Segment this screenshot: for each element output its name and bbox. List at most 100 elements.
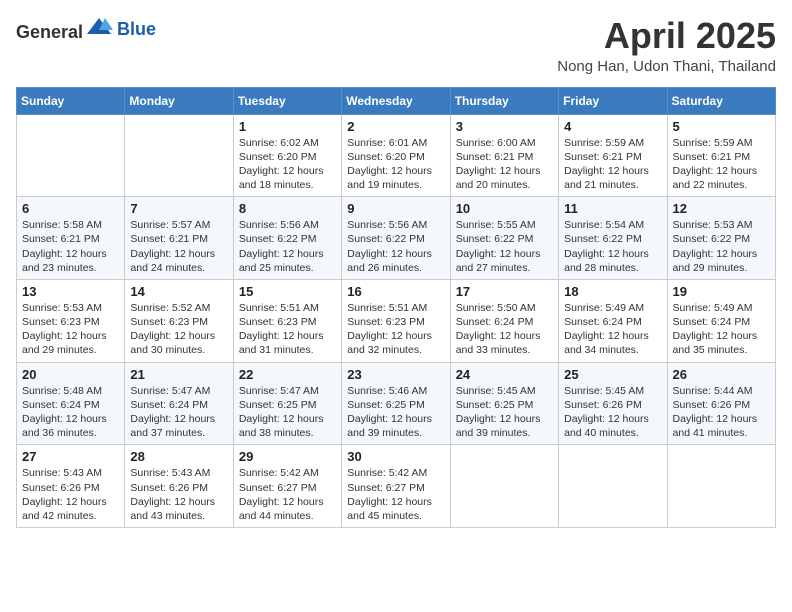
day-number: 23	[347, 367, 444, 382]
calendar-cell: 18 Sunrise: 5:49 AMSunset: 6:24 PMDayligh…	[559, 279, 667, 362]
calendar-cell: 24 Sunrise: 5:45 AMSunset: 6:25 PMDayligh…	[450, 362, 558, 445]
day-number: 11	[564, 201, 661, 216]
calendar-cell: 12 Sunrise: 5:53 AMSunset: 6:22 PMDayligh…	[667, 197, 775, 280]
calendar-cell: 6Sunrise: 5:58 AMSunset: 6:21 PMDaylight…	[17, 197, 125, 280]
day-number: 24	[456, 367, 553, 382]
day-number: 10	[456, 201, 553, 216]
day-number: 9	[347, 201, 444, 216]
calendar-week-1: 1Sunrise: 6:02 AMSunset: 6:20 PMDaylight…	[17, 114, 776, 197]
day-number: 17	[456, 284, 553, 299]
calendar-cell: 25Sunrise: 5:45 AMSunset: 6:26 PMDayligh…	[559, 362, 667, 445]
calendar-week-4: 20Sunrise: 5:48 AMSunset: 6:24 PMDayligh…	[17, 362, 776, 445]
day-info: Sunrise: 5:55 AMSunset: 6:22 PMDaylight:…	[456, 218, 553, 275]
calendar-cell: 15Sunrise: 5:51 AMSunset: 6:23 PMDayligh…	[233, 279, 341, 362]
calendar-cell: 3Sunrise: 6:00 AMSunset: 6:21 PMDaylight…	[450, 114, 558, 197]
calendar-cell: 26 Sunrise: 5:44 AMSunset: 6:26 PMDayligh…	[667, 362, 775, 445]
calendar-cell: 27Sunrise: 5:43 AMSunset: 6:26 PMDayligh…	[17, 445, 125, 528]
weekday-header-sunday: Sunday	[17, 87, 125, 114]
day-info: Sunrise: 5:42 AMSunset: 6:27 PMDaylight:…	[347, 466, 444, 523]
day-info: Sunrise: 5:42 AMSunset: 6:27 PMDaylight:…	[239, 466, 336, 523]
day-number: 6	[22, 201, 119, 216]
calendar-cell: 19 Sunrise: 5:49 AMSunset: 6:24 PMDayligh…	[667, 279, 775, 362]
day-number: 18	[564, 284, 661, 299]
calendar-week-5: 27Sunrise: 5:43 AMSunset: 6:26 PMDayligh…	[17, 445, 776, 528]
day-number: 16	[347, 284, 444, 299]
calendar-cell: 5 Sunrise: 5:59 AMSunset: 6:21 PMDaylight…	[667, 114, 775, 197]
day-info: Sunrise: 5:51 AMSunset: 6:23 PMDaylight:…	[347, 301, 444, 358]
day-info: Sunrise: 5:59 AMSunset: 6:21 PMDaylight:…	[673, 136, 770, 193]
day-info: Sunrise: 5:53 AMSunset: 6:22 PMDaylight:…	[673, 218, 770, 275]
calendar-cell: 9 Sunrise: 5:56 AMSunset: 6:22 PMDaylight…	[342, 197, 450, 280]
calendar-cell	[667, 445, 775, 528]
day-number: 12	[673, 201, 770, 216]
day-info: Sunrise: 5:46 AMSunset: 6:25 PMDaylight:…	[347, 384, 444, 441]
day-info: Sunrise: 5:48 AMSunset: 6:24 PMDaylight:…	[22, 384, 119, 441]
day-info: Sunrise: 5:43 AMSunset: 6:26 PMDaylight:…	[130, 466, 227, 523]
day-number: 4	[564, 119, 661, 134]
weekday-header-tuesday: Tuesday	[233, 87, 341, 114]
day-info: Sunrise: 5:47 AMSunset: 6:25 PMDaylight:…	[239, 384, 336, 441]
day-info: Sunrise: 5:47 AMSunset: 6:24 PMDaylight:…	[130, 384, 227, 441]
calendar-cell: 29Sunrise: 5:42 AMSunset: 6:27 PMDayligh…	[233, 445, 341, 528]
calendar-cell: 17 Sunrise: 5:50 AMSunset: 6:24 PMDayligh…	[450, 279, 558, 362]
logo-general: General	[16, 22, 83, 42]
month-title: April 2025	[557, 16, 776, 56]
day-number: 19	[673, 284, 770, 299]
calendar-table: SundayMondayTuesdayWednesdayThursdayFrid…	[16, 87, 776, 528]
weekday-header-friday: Friday	[559, 87, 667, 114]
calendar-cell: 8 Sunrise: 5:56 AMSunset: 6:22 PMDaylight…	[233, 197, 341, 280]
day-number: 5	[673, 119, 770, 134]
weekday-header-thursday: Thursday	[450, 87, 558, 114]
day-number: 14	[130, 284, 227, 299]
calendar-cell: 4 Sunrise: 5:59 AMSunset: 6:21 PMDaylight…	[559, 114, 667, 197]
day-info: Sunrise: 5:53 AMSunset: 6:23 PMDaylight:…	[22, 301, 119, 358]
calendar-week-3: 13 Sunrise: 5:53 AMSunset: 6:23 PMDayligh…	[17, 279, 776, 362]
calendar-cell: 13 Sunrise: 5:53 AMSunset: 6:23 PMDayligh…	[17, 279, 125, 362]
calendar-cell: 21 Sunrise: 5:47 AMSunset: 6:24 PMDayligh…	[125, 362, 233, 445]
day-number: 7	[130, 201, 227, 216]
calendar-cell: 20Sunrise: 5:48 AMSunset: 6:24 PMDayligh…	[17, 362, 125, 445]
day-info: Sunrise: 5:43 AMSunset: 6:26 PMDaylight:…	[22, 466, 119, 523]
calendar-cell: 11 Sunrise: 5:54 AMSunset: 6:22 PMDayligh…	[559, 197, 667, 280]
day-number: 8	[239, 201, 336, 216]
day-number: 2	[347, 119, 444, 134]
day-info: Sunrise: 5:59 AMSunset: 6:21 PMDaylight:…	[564, 136, 661, 193]
day-info: Sunrise: 6:02 AMSunset: 6:20 PMDaylight:…	[239, 136, 336, 193]
day-info: Sunrise: 5:56 AMSunset: 6:22 PMDaylight:…	[347, 218, 444, 275]
calendar-cell: 14Sunrise: 5:52 AMSunset: 6:23 PMDayligh…	[125, 279, 233, 362]
day-info: Sunrise: 6:00 AMSunset: 6:21 PMDaylight:…	[456, 136, 553, 193]
day-info: Sunrise: 5:50 AMSunset: 6:24 PMDaylight:…	[456, 301, 553, 358]
calendar-cell: 16 Sunrise: 5:51 AMSunset: 6:23 PMDayligh…	[342, 279, 450, 362]
day-info: Sunrise: 5:51 AMSunset: 6:23 PMDaylight:…	[239, 301, 336, 358]
day-number: 21	[130, 367, 227, 382]
calendar-cell: 30Sunrise: 5:42 AMSunset: 6:27 PMDayligh…	[342, 445, 450, 528]
calendar-cell	[17, 114, 125, 197]
day-number: 22	[239, 367, 336, 382]
day-info: Sunrise: 5:45 AMSunset: 6:25 PMDaylight:…	[456, 384, 553, 441]
calendar-cell: 7 Sunrise: 5:57 AMSunset: 6:21 PMDaylight…	[125, 197, 233, 280]
day-number: 28	[130, 449, 227, 464]
logo: General Blue	[16, 16, 156, 43]
logo-icon	[85, 16, 113, 38]
weekday-header-wednesday: Wednesday	[342, 87, 450, 114]
day-info: Sunrise: 5:56 AMSunset: 6:22 PMDaylight:…	[239, 218, 336, 275]
calendar-cell: 22 Sunrise: 5:47 AMSunset: 6:25 PMDayligh…	[233, 362, 341, 445]
calendar-cell: 10 Sunrise: 5:55 AMSunset: 6:22 PMDayligh…	[450, 197, 558, 280]
day-number: 13	[22, 284, 119, 299]
logo-blue: Blue	[117, 19, 156, 39]
calendar-cell: 23 Sunrise: 5:46 AMSunset: 6:25 PMDayligh…	[342, 362, 450, 445]
day-number: 25	[564, 367, 661, 382]
title-area: April 2025 Nong Han, Udon Thani, Thailan…	[557, 16, 776, 75]
page-header: General Blue April 2025 Nong Han, Udon T…	[16, 16, 776, 75]
day-info: Sunrise: 5:49 AMSunset: 6:24 PMDaylight:…	[673, 301, 770, 358]
day-info: Sunrise: 5:54 AMSunset: 6:22 PMDaylight:…	[564, 218, 661, 275]
day-info: Sunrise: 6:01 AMSunset: 6:20 PMDaylight:…	[347, 136, 444, 193]
day-number: 26	[673, 367, 770, 382]
day-info: Sunrise: 5:44 AMSunset: 6:26 PMDaylight:…	[673, 384, 770, 441]
day-info: Sunrise: 5:57 AMSunset: 6:21 PMDaylight:…	[130, 218, 227, 275]
calendar-cell: 28 Sunrise: 5:43 AMSunset: 6:26 PMDayligh…	[125, 445, 233, 528]
calendar-cell	[125, 114, 233, 197]
weekday-header-monday: Monday	[125, 87, 233, 114]
calendar-cell: 2 Sunrise: 6:01 AMSunset: 6:20 PMDaylight…	[342, 114, 450, 197]
day-info: Sunrise: 5:49 AMSunset: 6:24 PMDaylight:…	[564, 301, 661, 358]
